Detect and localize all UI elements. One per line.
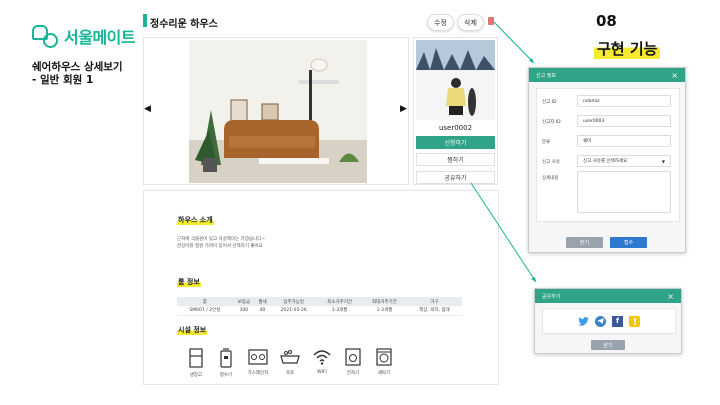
microwave-icon xyxy=(345,348,361,366)
facility-item: 욕조 xyxy=(275,348,305,376)
intro-text: 근처에 식물원이 있고 욕실액이는 가깝습니다~ 한강미원 정원 가까이 있어서… xyxy=(177,237,266,249)
field-label: 분류 xyxy=(542,140,551,145)
gas-stove-icon xyxy=(248,349,268,365)
field-label: 신고 ID xyxy=(542,100,557,105)
facility-label: 전자기 xyxy=(346,371,360,376)
host-avatar xyxy=(416,40,495,120)
intro-heading: 하우스 소개 xyxy=(177,215,214,225)
logo-mark-icon xyxy=(32,25,58,48)
submit-button[interactable]: 접수 xyxy=(610,237,647,248)
water-purifier-icon xyxy=(220,348,232,368)
room-col-header: 월세 xyxy=(255,297,271,306)
table-row: SM607 / 2인실 300 40 2021-05-26 1-3개월 1-3개… xyxy=(177,306,462,316)
report-id-field[interactable]: ndamiz xyxy=(577,95,671,107)
room-cell: SM607 / 2인실 xyxy=(177,306,233,316)
facility-label: WIFI xyxy=(317,370,327,375)
feature-title: 구현 기능 xyxy=(594,38,661,59)
room-cell: 300 xyxy=(232,306,256,316)
facility-item: WIFI xyxy=(307,348,337,375)
washer-icon xyxy=(376,348,392,366)
close-icon[interactable]: × xyxy=(667,292,674,301)
field-label: 신고 사유 xyxy=(542,160,560,165)
share-modal-title: 공유하기 xyxy=(542,293,561,300)
detail-textarea[interactable] xyxy=(577,171,671,213)
field-label: 신고자 ID xyxy=(542,120,561,125)
room-cell: 책상, 의자, 침대 xyxy=(406,306,462,316)
report-flag-icon[interactable] xyxy=(488,17,494,25)
room-col-header: 최소거주기간 xyxy=(317,297,363,306)
share-modal: 공유하기 × f 닫기 xyxy=(534,288,682,354)
feature-number: 08 xyxy=(596,12,617,30)
wifi-icon xyxy=(313,350,331,365)
report-form: 신고 ID ndamiz 신고자 ID user0003 분류 쉐어 신고 사유… xyxy=(536,88,680,222)
edit-button[interactable]: 수정 xyxy=(427,14,454,31)
report-modal: 신고 정보 × 신고 ID ndamiz 신고자 ID user0003 분류 … xyxy=(528,67,686,253)
next-photo-arrow[interactable]: ▶ xyxy=(400,104,407,114)
facility-label: 냉장고 xyxy=(189,373,203,378)
field-value: 쉐어 xyxy=(583,139,592,144)
page-caption: 쉐어하우스 상세보기 - 일반 회원 1 xyxy=(32,61,123,86)
brand-name: 서울메이트 xyxy=(64,28,136,47)
room-cell: 1-3개월 xyxy=(317,306,363,316)
apply-button[interactable]: 신청하기 xyxy=(416,136,495,149)
category-field[interactable]: 쉐어 xyxy=(577,135,671,147)
room-col-header: 룸 xyxy=(177,297,233,306)
house-title: 정수리운 하우스 xyxy=(150,19,218,30)
share-options: f xyxy=(542,308,676,334)
room-cell: 2021-05-26 xyxy=(270,306,318,316)
room-col-header: 최대거주기간 xyxy=(362,297,407,306)
field-value: ndamiz xyxy=(583,98,600,104)
room-table: 룸 보증금 월세 입주가능일 최소거주기간 최대거주기간 가구 SM607 / … xyxy=(177,297,462,316)
field-value: 신고 사유를 선택하세요 xyxy=(583,159,628,164)
cancel-button[interactable]: 닫기 xyxy=(566,237,603,248)
kakao-icon[interactable] xyxy=(629,315,640,327)
field-label: 상세내용 xyxy=(542,176,559,181)
brand-logo: 서울메이트 xyxy=(32,24,136,48)
field-value: user0003 xyxy=(583,118,605,124)
fridge-icon xyxy=(189,348,203,368)
telegram-icon[interactable] xyxy=(595,315,606,327)
house-photo xyxy=(189,40,367,183)
facility-item: 가스레인지 xyxy=(243,348,273,376)
report-modal-title: 신고 정보 xyxy=(536,72,556,79)
twitter-icon[interactable] xyxy=(578,316,589,327)
reason-select[interactable]: 신고 사유를 선택하세요 ▼ xyxy=(577,155,671,167)
room-info-heading: 룸 정보 xyxy=(177,277,201,287)
host-username: user0002 xyxy=(438,124,473,132)
prev-photo-arrow[interactable]: ◀ xyxy=(144,104,151,114)
reporter-id-field[interactable]: user0003 xyxy=(577,115,671,127)
room-cell: 1-3개월 xyxy=(362,306,407,316)
share-close-button[interactable]: 닫기 xyxy=(591,340,625,350)
facility-label: 정수기 xyxy=(219,373,233,378)
chevron-down-icon: ▼ xyxy=(661,158,665,164)
delete-button[interactable]: 삭제 xyxy=(457,14,484,31)
facility-label: 욕조 xyxy=(285,371,295,376)
room-col-header: 보증금 xyxy=(232,297,256,306)
facility-label: 세탁기 xyxy=(377,371,391,376)
room-col-header: 가구 xyxy=(406,297,462,306)
share-button[interactable]: 공유하기 xyxy=(416,171,495,184)
title-accent-bar xyxy=(143,14,147,27)
room-cell: 40 xyxy=(255,306,271,316)
facility-item: 냉장고 xyxy=(181,348,211,378)
facility-item: 전자기 xyxy=(338,348,368,376)
facility-heading: 시설 정보 xyxy=(177,325,208,335)
room-col-header: 입주가능일 xyxy=(270,297,318,306)
facebook-icon[interactable]: f xyxy=(612,315,623,327)
facility-item: 정수기 xyxy=(211,348,241,378)
facility-label: 가스레인지 xyxy=(247,371,269,376)
bathtub-icon xyxy=(280,350,300,364)
bookmark-button[interactable]: 찜하기 xyxy=(416,153,495,166)
share-modal-header: 공유하기 × xyxy=(535,289,681,303)
facility-item: 세탁기 xyxy=(369,348,399,376)
report-modal-header: 신고 정보 × xyxy=(529,68,685,82)
close-icon[interactable]: × xyxy=(671,71,678,80)
